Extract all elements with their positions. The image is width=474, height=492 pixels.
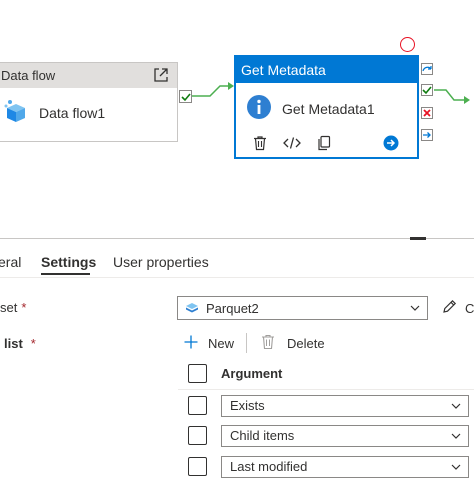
argument-row: Child items <box>178 420 474 451</box>
panel-splitter[interactable] <box>0 238 474 239</box>
data-flow-header-label: Data flow <box>1 68 56 83</box>
data-flow-activity[interactable]: Data flow Data flow1 <box>0 62 178 142</box>
open-external-icon[interactable] <box>153 67 169 86</box>
check-icon <box>422 86 432 95</box>
data-flow-body: Data flow1 <box>0 88 177 127</box>
trash-icon <box>261 334 275 353</box>
chevron-down-icon <box>450 400 462 415</box>
field-list-label: list * <box>4 336 36 351</box>
chevron-down-icon <box>450 461 462 476</box>
data-flow-header: Data flow <box>0 63 177 88</box>
row-checkbox[interactable] <box>188 457 207 476</box>
status-indicator <box>400 37 415 52</box>
command-divider <box>246 333 248 353</box>
argument-value: Last modified <box>230 459 308 474</box>
argument-row: Last modified <box>178 451 474 482</box>
activity-toolbar <box>250 133 399 153</box>
data-flow-name: Data flow1 <box>39 104 106 121</box>
completion-output[interactable] <box>421 129 433 141</box>
dataset-label-text: set <box>0 300 18 315</box>
pencil-icon <box>441 298 458 318</box>
data-flow-icon <box>3 98 29 127</box>
tabs-divider <box>0 277 474 278</box>
select-all-checkbox[interactable] <box>188 364 207 383</box>
delete-label: Delete <box>287 335 325 351</box>
get-metadata-body: Get Metadata1 <box>236 83 417 123</box>
get-metadata-name: Get Metadata1 <box>282 100 375 117</box>
tab-user-properties[interactable]: User properties <box>113 254 209 270</box>
plus-icon <box>184 335 198 352</box>
pipeline-canvas[interactable]: Data flow Data flow1 Get Metadata Get Me… <box>0 0 474 238</box>
dependency-arrow[interactable] <box>192 80 238 100</box>
argument-row: Exists <box>178 390 474 421</box>
check-icon <box>180 92 191 101</box>
required-marker: * <box>30 336 36 351</box>
info-icon <box>246 94 272 123</box>
copy-icon[interactable] <box>314 133 334 153</box>
success-output[interactable] <box>421 84 433 96</box>
skip-output[interactable] <box>421 63 433 75</box>
active-tab-indicator <box>41 273 90 275</box>
code-icon[interactable] <box>282 133 302 153</box>
new-button[interactable]: New <box>184 335 234 352</box>
dataset-label: set * <box>0 300 26 315</box>
argument-select[interactable]: Child items <box>221 424 469 447</box>
argument-column-header: Argument <box>221 366 283 381</box>
splitter-handle[interactable] <box>410 237 426 240</box>
get-metadata-activity[interactable]: Get Metadata Get Metadata1 <box>234 55 419 159</box>
data-flow-success-output[interactable] <box>179 90 192 103</box>
arrow-right-icon <box>423 132 431 138</box>
argument-value: Child items <box>230 428 295 443</box>
get-metadata-header: Get Metadata <box>236 57 417 83</box>
chevron-down-icon <box>450 430 462 445</box>
skip-icon <box>422 66 432 72</box>
row-checkbox[interactable] <box>188 426 207 445</box>
parquet-icon <box>186 303 198 313</box>
argument-grid-header: Argument <box>178 358 474 390</box>
outgoing-dependency-arrow[interactable] <box>434 86 474 110</box>
dataset-value: Parquet2 <box>206 300 259 316</box>
tab-settings[interactable]: Settings <box>41 254 96 270</box>
argument-select[interactable]: Last modified <box>221 455 469 478</box>
go-to-icon[interactable] <box>383 135 399 156</box>
row-checkbox[interactable] <box>188 396 207 415</box>
field-list-label-text: list <box>4 336 23 351</box>
required-marker: * <box>21 300 27 315</box>
chevron-down-icon <box>409 302 421 317</box>
delete-button[interactable]: Delete <box>261 334 325 353</box>
edit-dataset-label: C <box>465 300 474 316</box>
field-list-commandbar: New Delete <box>184 330 325 356</box>
delete-activity-icon[interactable] <box>250 133 270 153</box>
tab-general[interactable]: eral <box>0 254 21 270</box>
cross-icon <box>423 109 431 117</box>
edit-dataset-button[interactable]: C <box>441 298 474 318</box>
argument-select[interactable]: Exists <box>221 394 469 417</box>
argument-value: Exists <box>230 398 265 413</box>
dataset-select[interactable]: Parquet2 <box>177 296 428 320</box>
new-label: New <box>208 335 235 351</box>
failure-output[interactable] <box>421 107 433 119</box>
